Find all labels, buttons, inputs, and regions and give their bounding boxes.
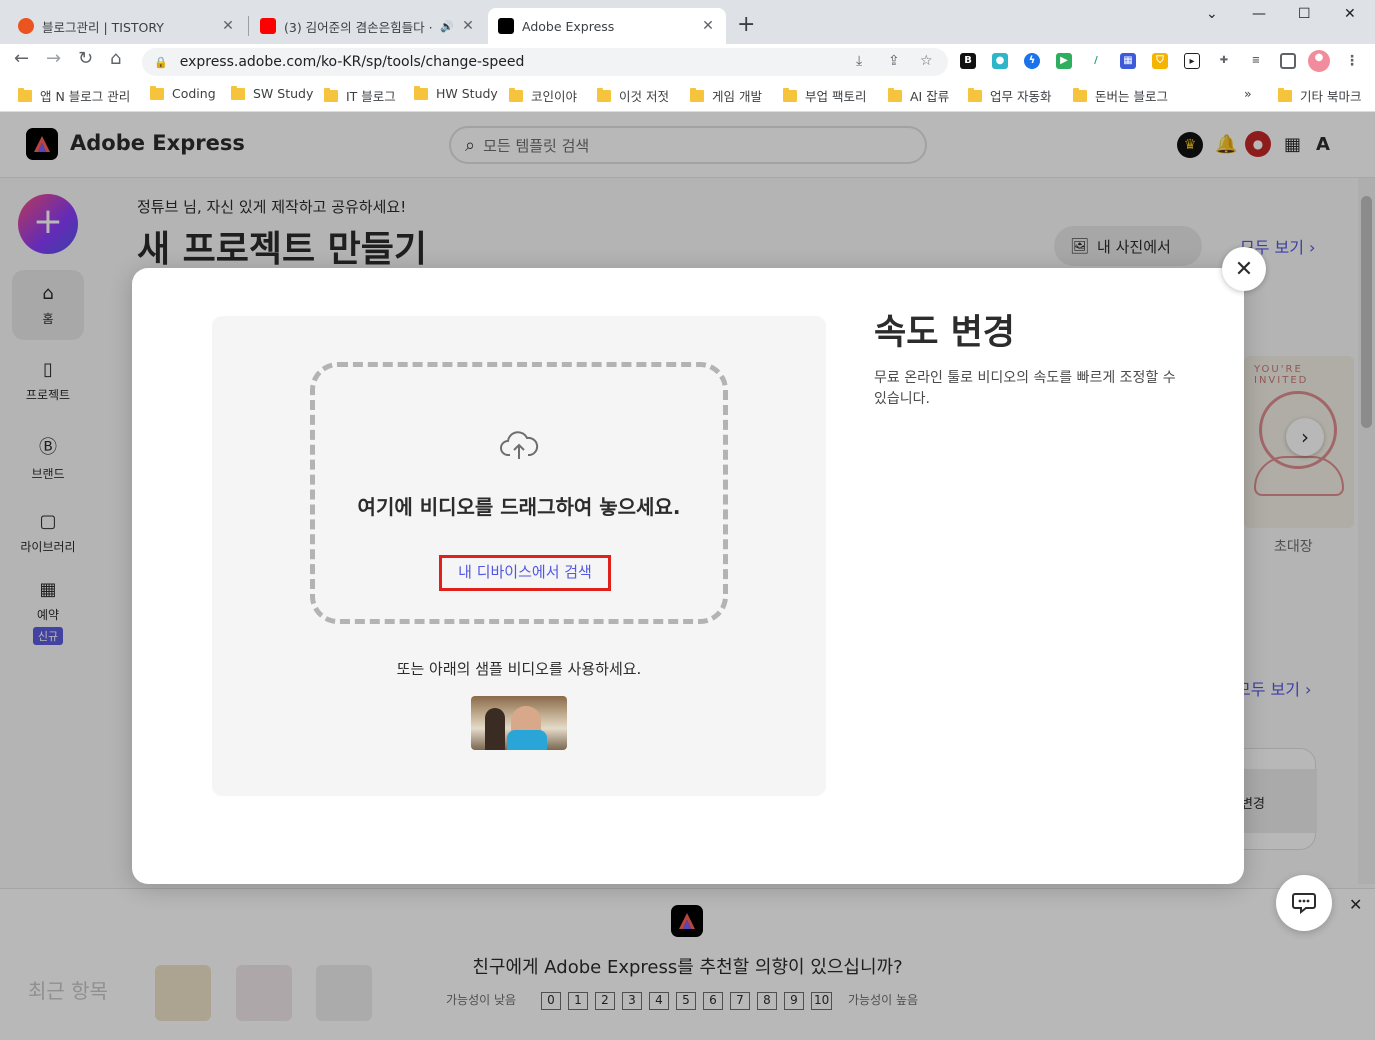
extension-video-icon[interactable]: ▸ [1184, 53, 1200, 69]
folder-icon [414, 85, 428, 100]
folder-icon [1073, 87, 1087, 102]
share-icon[interactable]: ⇪ [888, 53, 900, 69]
folder-icon [231, 85, 245, 100]
browser-chrome: 블로그관리 | TISTORY ✕ (3) 김어준의 겸손은힘들다 · 🔊 ✕ … [0, 0, 1375, 112]
folder-icon [968, 87, 982, 102]
modal-description: 무료 온라인 툴로 비디오의 속도를 빠르게 조정할 수 있습니다. [874, 370, 1176, 407]
bookmark-folder[interactable]: IT 블로그 [324, 86, 396, 105]
sample-instruction: 또는 아래의 샘플 비디오를 사용하세요. [396, 660, 642, 678]
bookmark-folder[interactable]: HW Study [414, 85, 498, 101]
other-bookmarks-folder[interactable]: 기타 북마크 [1278, 86, 1361, 105]
bookmarks-bar: 앱 N 블로그 관리 Coding SW Study IT 블로그 HW Stu… [0, 80, 1375, 112]
extension-bolt-icon[interactable]: ϟ [1024, 53, 1040, 69]
browser-menu-icon[interactable]: ⋮ [1344, 53, 1360, 69]
cloud-upload-icon [500, 431, 539, 459]
bookmark-folder[interactable]: AI 잡류 [888, 86, 949, 105]
modal-close-button[interactable]: ✕ [1222, 247, 1266, 291]
extension-chat-icon[interactable]: ● [992, 53, 1008, 69]
extension-slash-icon[interactable]: / [1088, 53, 1104, 69]
forward-icon[interactable]: → [46, 48, 61, 69]
new-tab-icon[interactable]: + [737, 12, 755, 37]
tab-strip: 블로그관리 | TISTORY ✕ (3) 김어준의 겸손은힘들다 · 🔊 ✕ … [0, 0, 1375, 44]
minimize-icon[interactable]: — [1252, 6, 1266, 22]
extension-puzzle-color-icon[interactable]: ▦ [1120, 53, 1136, 69]
sample-video-thumbnail[interactable] [471, 696, 567, 750]
home-icon[interactable]: ⌂ [110, 48, 121, 69]
speaker-icon[interactable]: 🔊 [440, 20, 454, 33]
bookmark-folder[interactable]: SW Study [231, 85, 313, 101]
bookmark-folder[interactable]: Coding [150, 85, 216, 101]
address-bar[interactable]: 🔒 express.adobe.com/ko-KR/sp/tools/chang… [142, 48, 948, 76]
bookmark-folder[interactable]: 앱 N 블로그 관리 [18, 86, 130, 105]
modal-title: 속도 변경 [874, 313, 1015, 353]
back-icon[interactable]: ← [14, 48, 29, 69]
chat-bubble-icon [1292, 893, 1316, 914]
extensions-puzzle-icon[interactable]: ✚ [1216, 53, 1232, 69]
bookmark-folder[interactable]: 코인이야 [509, 86, 577, 105]
profile-avatar-icon[interactable]: ● [1308, 50, 1330, 72]
video-drop-zone[interactable]: 여기에 비디오를 드래그하여 놓으세요. 내 디바이스에서 검색 [310, 362, 728, 624]
bookmark-folder[interactable]: 이것 저젓 [597, 86, 669, 105]
tab-search-chevron-icon[interactable]: ⌄ [1206, 6, 1218, 22]
lock-icon[interactable]: 🔒 [154, 56, 168, 69]
youtube-favicon-icon [260, 18, 276, 34]
upload-panel: 여기에 비디오를 드래그하여 놓으세요. 내 디바이스에서 검색 또는 아래의 … [212, 316, 826, 796]
adobe-express-favicon-icon [498, 18, 514, 34]
browser-toolbar: ← → ↻ ⌂ 🔒 express.adobe.com/ko-KR/sp/too… [0, 44, 1375, 80]
folder-icon [690, 87, 704, 102]
folder-icon [150, 85, 164, 100]
adobe-express-app: Adobe Express ⌕ 모든 템플릿 검색 ♛ 🔔 ● ▦ A + ⌂ 홈… [0, 112, 1375, 1040]
close-tab-icon[interactable]: ✕ [460, 18, 476, 34]
extension-shield-icon[interactable]: ⛉ [1152, 53, 1168, 69]
tab-adobe-express[interactable]: Adobe Express ✕ [488, 8, 726, 44]
bookmark-folder[interactable]: 부업 팩토리 [783, 86, 866, 105]
side-panel-icon[interactable] [1280, 53, 1296, 69]
reload-icon[interactable]: ↻ [78, 48, 93, 69]
change-speed-modal: 여기에 비디오를 드래그하여 놓으세요. 내 디바이스에서 검색 또는 아래의 … [132, 268, 1244, 884]
folder-icon [783, 87, 797, 102]
media-queue-icon[interactable]: ≡ [1248, 53, 1264, 69]
install-icon[interactable]: ⤓ [856, 53, 862, 69]
tab-tistory[interactable]: 블로그관리 | TISTORY ✕ [8, 8, 246, 44]
folder-icon [509, 87, 523, 102]
folder-icon [18, 87, 32, 102]
window-close-icon[interactable]: ✕ [1344, 6, 1356, 22]
bookmark-star-icon[interactable]: ☆ [920, 53, 933, 69]
bookmark-folder[interactable]: 업무 자동화 [968, 86, 1051, 105]
tistory-favicon-icon [18, 18, 34, 34]
bookmarks-overflow-button[interactable]: » [1244, 86, 1252, 101]
close-tab-icon[interactable]: ✕ [220, 18, 236, 34]
close-tab-icon[interactable]: ✕ [700, 18, 716, 34]
chat-button[interactable] [1276, 875, 1332, 931]
drop-instruction: 여기에 비디오를 드래그하여 놓으세요. [357, 495, 681, 519]
folder-icon [888, 87, 902, 102]
folder-icon [1278, 87, 1292, 102]
folder-icon [597, 87, 611, 102]
bookmark-folder[interactable]: 게임 개발 [690, 86, 762, 105]
tab-youtube[interactable]: (3) 김어준의 겸손은힘들다 · 🔊 ✕ [250, 8, 486, 44]
browse-device-button[interactable]: 내 디바이스에서 검색 [439, 555, 611, 591]
maximize-icon[interactable]: ☐ [1298, 6, 1311, 22]
bookmark-folder[interactable]: 돈버는 블로그 [1073, 86, 1168, 105]
folder-icon [324, 87, 338, 102]
extension-record-icon[interactable]: ▶ [1056, 53, 1072, 69]
extension-b-icon[interactable]: B [960, 53, 976, 69]
